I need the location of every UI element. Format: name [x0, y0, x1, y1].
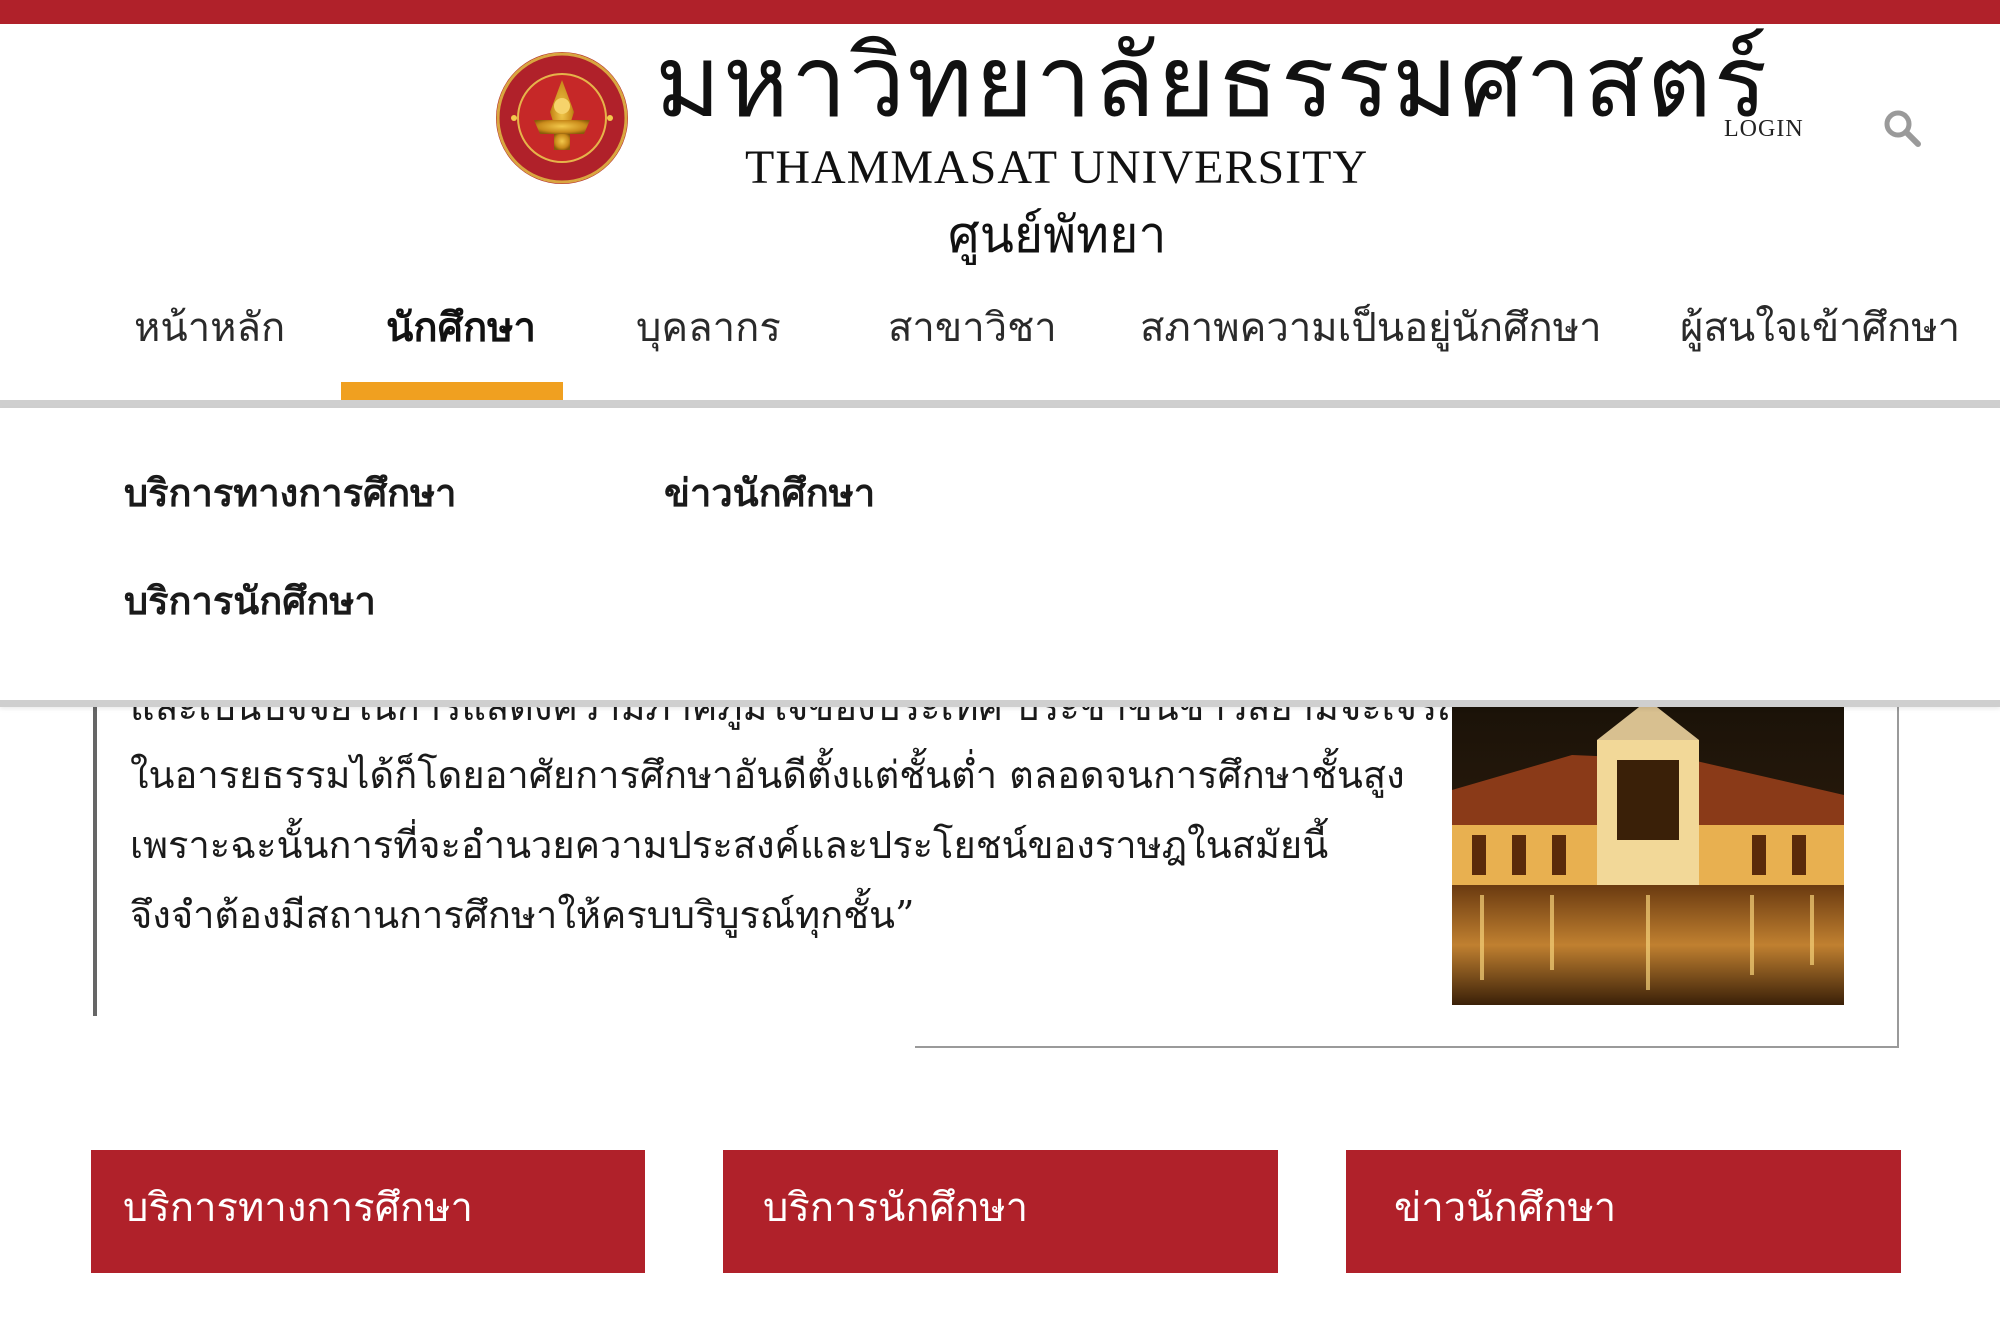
card-education-services[interactable]: บริการทางการศึกษา [91, 1150, 645, 1273]
quote-line: จึงจำต้องมีสถานการศึกษาให้ครบบริบูรณ์ทุก… [130, 893, 915, 937]
card-student-news[interactable]: ข่าวนักศึกษา [1346, 1150, 1901, 1273]
campus-name: ศูนย์พัทยา [948, 206, 1167, 264]
dropdown-item-student-services[interactable]: บริการนักศึกษา [124, 582, 376, 620]
campus-photo [1452, 700, 1844, 1005]
nav-item-programs[interactable]: สาขาวิชา [888, 308, 1057, 348]
top-brand-bar [0, 0, 2000, 24]
login-link[interactable]: LOGIN [1724, 116, 1804, 143]
thammasat-seal-icon [496, 52, 628, 184]
active-nav-indicator [341, 382, 563, 400]
photo-frame [1897, 700, 1899, 1048]
nav-item-prospective[interactable]: ผู้สนใจเข้าศึกษา [1680, 308, 1960, 348]
card-student-services[interactable]: บริการนักศึกษา [723, 1150, 1278, 1273]
search-icon[interactable] [1882, 108, 1922, 148]
dropdown-item-student-news[interactable]: ข่าวนักศึกษา [664, 474, 875, 512]
university-title-thai: มหาวิทยาลัยธรรมศาสตร์ [655, 23, 1770, 140]
card-label: บริการนักศึกษา [763, 1185, 1029, 1231]
dropdown-item-education-services[interactable]: บริการทางการศึกษา [124, 474, 457, 512]
nav-item-student-life[interactable]: สภาพความเป็นอยู่นักศึกษา [1140, 308, 1602, 348]
card-label: บริการทางการศึกษา [123, 1185, 473, 1231]
nav-divider [0, 400, 2000, 408]
quote-line: ในอารยธรรมได้ก็โดยอาศัยการศึกษาอันดีตั้ง… [130, 753, 1405, 797]
students-dropdown-menu: บริการทางการศึกษา ข่าวนักศึกษา บริการนัก… [0, 408, 2000, 707]
university-title-english: THAMMASAT UNIVERSITY [745, 141, 1369, 194]
card-label: ข่าวนักศึกษา [1394, 1185, 1617, 1231]
nav-item-home[interactable]: หน้าหลัก [134, 308, 285, 348]
nav-item-students[interactable]: นักศึกษา [386, 308, 536, 348]
photo-frame [915, 1046, 1899, 1048]
nav-item-staff[interactable]: บุคลากร [636, 308, 781, 348]
quote-line: เพราะฉะนั้นการที่จะอำนวยความประสงค์และปร… [130, 823, 1329, 867]
